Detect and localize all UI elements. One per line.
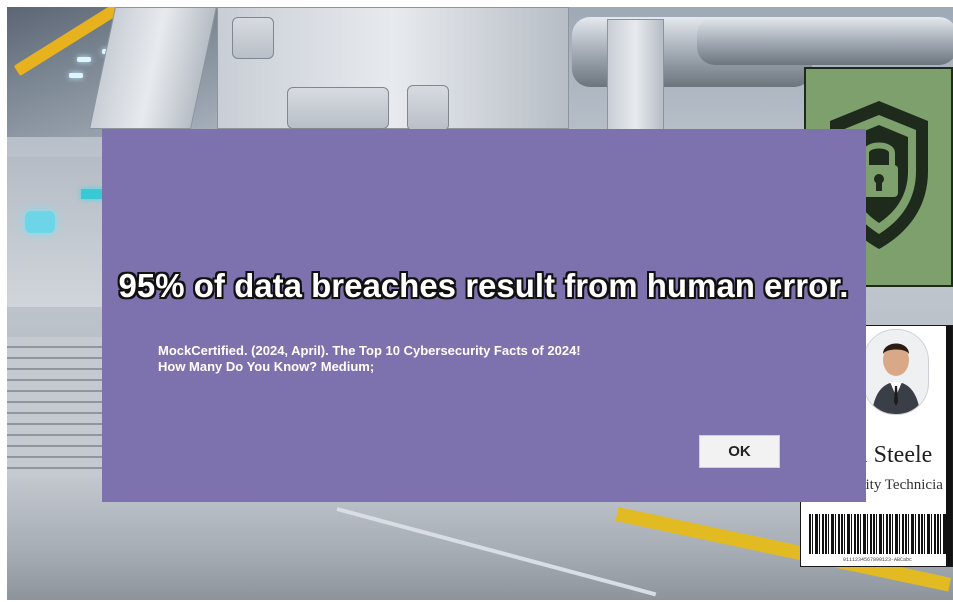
barcode-number: 0111234567890123-ABCabc: [843, 557, 913, 563]
wall-pillar: [607, 19, 664, 139]
barcode: [809, 514, 949, 554]
badge-role: urity Technicia: [853, 477, 943, 493]
wall-panel: [232, 17, 274, 59]
fact-dialog: 95% of data breaches result from human e…: [102, 129, 866, 502]
stairs: [7, 337, 107, 487]
ceiling-light: [69, 73, 83, 78]
wall-pipe: [697, 17, 953, 65]
door-light: [25, 211, 55, 233]
fact-headline: 95% of data breaches result from human e…: [118, 267, 849, 304]
fact-source: MockCertified. (2024, April). The Top 10…: [158, 343, 698, 375]
ok-button[interactable]: OK: [699, 435, 780, 468]
wall-panel: [407, 85, 449, 131]
badge-edge: [946, 326, 952, 566]
wall-panel: [287, 87, 389, 129]
ceiling-light: [77, 57, 91, 62]
source-line-2: How Many Do You Know? Medium;: [158, 359, 375, 374]
avatar: [863, 329, 929, 415]
source-line-1: MockCertified. (2024, April). The Top 10…: [158, 343, 581, 358]
